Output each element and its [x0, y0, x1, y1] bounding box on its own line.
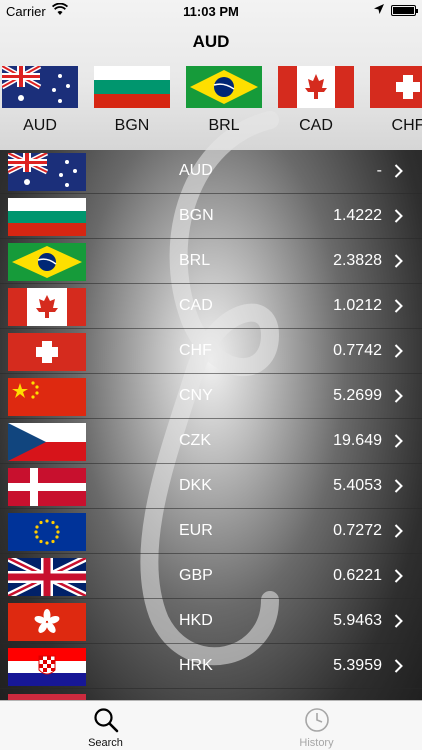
brazil-flag-icon: [8, 243, 86, 281]
rate-value: 0.6221: [333, 567, 382, 584]
chevron-right-icon: [394, 299, 403, 313]
tab-history[interactable]: History: [211, 701, 422, 750]
rate-row-hkd[interactable]: HKD 5.9463: [0, 599, 422, 644]
carousel-item-brl[interactable]: BRL: [186, 66, 262, 142]
rate-value: 1.4222: [333, 207, 382, 224]
rate-row-czk[interactable]: CZK 19.649: [0, 419, 422, 464]
rate-code: EUR: [179, 522, 213, 539]
rate-row-chf[interactable]: CHF 0.7742: [0, 329, 422, 374]
chevron-right-icon: [394, 659, 403, 673]
status-time: 11:03 PM: [183, 4, 239, 19]
clock-icon: [305, 708, 329, 732]
chevron-right-icon: [394, 164, 403, 178]
rate-row-bgn[interactable]: BGN 1.4222: [0, 194, 422, 239]
chevron-right-icon: [394, 614, 403, 628]
australia-flag-icon: [2, 66, 78, 108]
rate-value: 19.649: [333, 432, 382, 449]
rate-value: 5.3959: [333, 657, 382, 674]
currency-carousel[interactable]: AUD BGN BRL CAD CHF: [0, 66, 422, 142]
chevron-right-icon: [394, 569, 403, 583]
carousel-item-bgn[interactable]: BGN: [94, 66, 170, 142]
canada-flag-icon: [8, 288, 86, 326]
rate-row-gbp[interactable]: GBP 0.6221: [0, 554, 422, 599]
carousel-code: BGN: [114, 117, 150, 134]
rate-code: GBP: [179, 567, 213, 584]
denmark-flag-icon: [8, 468, 86, 506]
bulgaria-flag-icon: [94, 66, 170, 108]
search-icon: [94, 708, 119, 733]
bulgaria-flag-icon: [8, 198, 86, 236]
rate-code: AUD: [179, 162, 213, 179]
chevron-right-icon: [394, 524, 403, 538]
chevron-right-icon: [394, 344, 403, 358]
rate-code: HRK: [179, 657, 213, 674]
eu-flag-icon: [8, 513, 86, 551]
switzerland-flag-icon: [370, 66, 422, 108]
rate-code: BGN: [179, 207, 214, 224]
uk-flag-icon: [8, 558, 86, 596]
chevron-right-icon: [394, 434, 403, 448]
czech-flag-icon: [8, 423, 86, 461]
carousel-code: AUD: [23, 117, 57, 134]
rate-row-brl[interactable]: BRL 2.3828: [0, 239, 422, 284]
rate-row-hrk[interactable]: HRK 5.3959: [0, 644, 422, 689]
chevron-right-icon: [394, 389, 403, 403]
chevron-right-icon: [394, 254, 403, 268]
rate-value: 5.2699: [333, 387, 382, 404]
rate-code: CNY: [179, 387, 213, 404]
rate-value: 0.7742: [333, 342, 382, 359]
rate-code: CHF: [179, 342, 212, 359]
carousel-code: CHF: [391, 117, 422, 134]
rate-code: CZK: [179, 432, 211, 449]
app-screen: Carrier 11:03 PM AUD AUD BGN BRL CAD CHF…: [0, 0, 422, 750]
rate-value: 2.3828: [333, 252, 382, 269]
croatia-flag-icon: [8, 648, 86, 686]
rate-value: 5.4053: [333, 477, 382, 494]
location-arrow-icon: [374, 4, 384, 14]
rate-row-aud[interactable]: AUD -: [0, 149, 422, 194]
status-bar: Carrier 11:03 PM: [0, 0, 422, 22]
rate-value: 0.7272: [333, 522, 382, 539]
rate-value: 5.9463: [333, 612, 382, 629]
rate-code: CAD: [179, 297, 213, 314]
switzerland-flag-icon: [8, 333, 86, 371]
chevron-right-icon: [394, 479, 403, 493]
australia-flag-icon: [8, 153, 86, 191]
carousel-item-chf[interactable]: CHF: [370, 66, 422, 142]
hongkong-flag-icon: [8, 603, 86, 641]
rate-code: HKD: [179, 612, 213, 629]
carousel-item-cad[interactable]: CAD: [278, 66, 354, 142]
battery-icon: [391, 5, 418, 16]
rate-row-cny[interactable]: CNY 5.2699: [0, 374, 422, 419]
rate-row-dkk[interactable]: DKK 5.4053: [0, 464, 422, 509]
rate-code: DKK: [179, 477, 212, 494]
rate-value: 1.0212: [333, 297, 382, 314]
carousel-item-aud[interactable]: AUD: [2, 66, 78, 142]
rate-row-cad[interactable]: CAD 1.0212: [0, 284, 422, 329]
tab-search-label: Search: [88, 737, 123, 749]
page-title: AUD: [192, 32, 230, 51]
carousel-code: CAD: [299, 117, 333, 134]
china-flag-icon: [8, 378, 86, 416]
carousel-code: BRL: [208, 117, 240, 134]
rate-value: -: [376, 162, 382, 179]
rate-row-eur[interactable]: EUR 0.7272: [0, 509, 422, 554]
canada-flag-icon: [278, 66, 354, 108]
brazil-flag-icon: [186, 66, 262, 108]
tab-history-label: History: [299, 737, 334, 749]
tab-search[interactable]: Search: [0, 701, 211, 750]
chevron-right-icon: [394, 209, 403, 223]
rate-code: BRL: [179, 252, 211, 269]
tab-bar: Search History: [0, 700, 422, 750]
